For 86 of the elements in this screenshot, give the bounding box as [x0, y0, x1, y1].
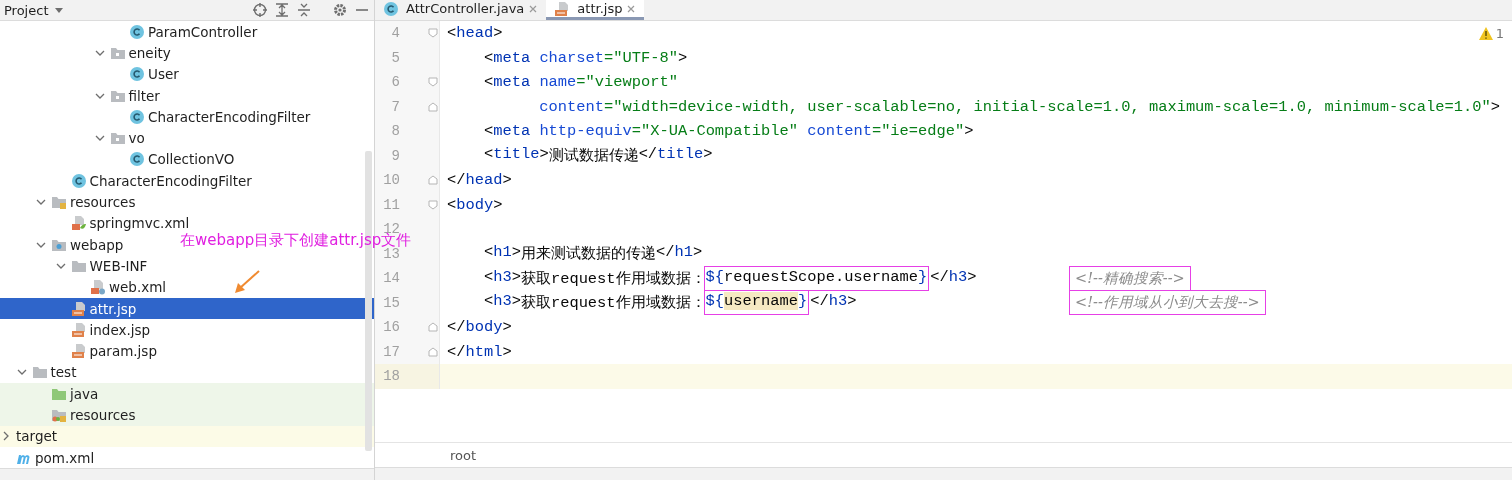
tree-item[interactable]: web.xml: [90, 276, 167, 298]
code-comment: <!--精确搜索-->: [1071, 267, 1189, 289]
tree-item[interactable]: CharacterEncodingFilter: [129, 106, 311, 128]
code-line: </html>: [446, 342, 513, 361]
warning-icon[interactable]: [1478, 27, 1493, 40]
breadcrumb-item[interactable]: root: [450, 447, 477, 463]
tree-item[interactable]: index.jsp: [70, 319, 151, 341]
editor-tab[interactable]: AttrController.java: [375, 0, 547, 20]
class-icon: [129, 66, 145, 83]
code-line: content="width=device-width, user-scalable=no, initial-scale=1.0, maximum-scale=1.0, minimum-scale=1.0">: [538, 97, 1500, 116]
code-line: <title>测试数据传递</title>: [482, 145, 714, 167]
annotation-arrow: [234, 270, 260, 294]
tree-item[interactable]: param.jsp: [70, 340, 157, 362]
tree-item[interactable]: User: [129, 63, 179, 85]
jsp-file-icon: [70, 321, 87, 338]
locate-icon[interactable]: [252, 2, 268, 18]
spring-xml-file-icon: [70, 215, 87, 232]
class-icon: [129, 108, 145, 125]
code-line: </body>: [446, 318, 513, 337]
class-icon: [70, 172, 87, 189]
code-line: <meta charset="UTF-8">: [482, 48, 689, 67]
test-resources-folder-icon: [51, 407, 67, 423]
package-icon: [109, 130, 126, 147]
code-line: </head>: [446, 171, 513, 190]
line-number: 14: [382, 270, 400, 287]
class-icon: [383, 0, 399, 17]
close-icon[interactable]: [626, 3, 637, 14]
tree-item[interactable]: resources: [51, 191, 136, 213]
line-number: 17: [382, 343, 400, 360]
warning-count[interactable]: 1: [1495, 26, 1504, 41]
tree-item[interactable]: CollectionVO: [129, 148, 235, 171]
fold-marker-icon[interactable]: [428, 199, 438, 210]
code-line: <h3>获取request作用域数据：${requestScope.username} </h3>: [440, 267, 1065, 289]
editor-tab[interactable]: attr.jsp: [546, 0, 645, 20]
line-number: 7: [390, 98, 400, 115]
code-line: <h3>获取request作用域数据：${username} </h3>: [482, 292, 858, 314]
collapse-all-icon[interactable]: [296, 2, 312, 18]
line-number: 18: [382, 368, 400, 385]
code-line: <h1>用来测试数据的传递</h1>: [482, 243, 704, 265]
tree-item[interactable]: filter: [109, 84, 160, 107]
tree-item[interactable]: webapp: [51, 233, 124, 256]
code-line: <body>: [446, 195, 504, 214]
code-line: <meta name="viewport": [482, 73, 679, 92]
fold-marker-icon[interactable]: [428, 322, 438, 333]
tree-item[interactable]: pom.xml: [16, 446, 95, 469]
line-number: 16: [382, 319, 400, 336]
class-icon: [129, 23, 145, 40]
close-icon[interactable]: [528, 3, 539, 14]
dropdown-caret-icon[interactable]: [54, 5, 65, 15]
tree-item[interactable]: WEB-INF: [70, 255, 148, 277]
code-line: <meta http-equiv="X-UA-Compatible" content="ie=edge">: [482, 122, 975, 141]
expand-all-icon[interactable]: [274, 2, 290, 18]
tree-item[interactable]: ParamController: [129, 21, 258, 43]
fold-marker-icon[interactable]: [428, 28, 438, 39]
line-number: 11: [382, 196, 400, 213]
fold-marker-icon[interactable]: [428, 175, 438, 186]
jsp-file-icon: [70, 343, 87, 360]
panel-title[interactable]: Project: [4, 2, 49, 18]
line-number: 10: [382, 172, 400, 189]
code-line: <head>: [446, 24, 504, 43]
tree-item[interactable]: resources: [51, 404, 136, 426]
tree-item[interactable]: target: [16, 425, 58, 447]
tree-item[interactable]: springmvc.xml: [70, 212, 190, 234]
tree-item[interactable]: CharacterEncodingFilter: [70, 170, 252, 192]
code-comment: <!--作用域从小到大去搜-->: [1071, 292, 1264, 314]
line-number: 15: [382, 294, 400, 311]
settings-icon[interactable]: [332, 2, 348, 18]
folder-icon: [31, 364, 48, 381]
tree-item[interactable]: java: [51, 383, 99, 405]
fold-marker-icon[interactable]: [428, 77, 438, 88]
jsp-file-icon: [554, 0, 571, 17]
class-icon: [129, 151, 145, 168]
tree-item[interactable]: attr.jsp: [70, 297, 137, 320]
xml-file-icon: [90, 279, 106, 296]
fold-marker-icon[interactable]: [428, 101, 438, 112]
resources-folder-icon: [51, 194, 67, 210]
tree-item[interactable]: eneity: [109, 42, 171, 64]
line-number: 6: [390, 74, 400, 91]
tree-item[interactable]: test: [31, 361, 77, 384]
line-number: 4: [390, 25, 400, 42]
jsp-file-icon: [70, 300, 87, 317]
line-number: 5: [390, 49, 400, 66]
line-number: 9: [390, 147, 400, 164]
tree-item[interactable]: vo: [109, 127, 145, 149]
fold-marker-icon[interactable]: [428, 346, 438, 357]
line-number: 8: [390, 123, 400, 140]
